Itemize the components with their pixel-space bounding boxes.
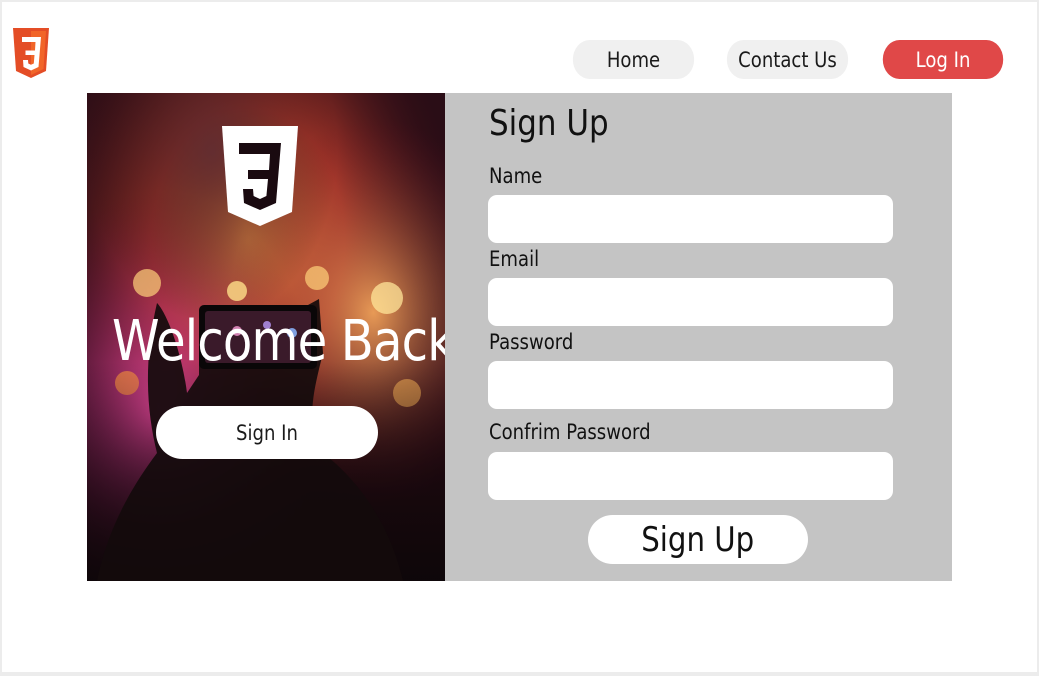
form-title: Sign Up bbox=[489, 103, 609, 144]
signup-card: Welcome Back Sign In Sign Up Name Email … bbox=[87, 93, 952, 581]
nav-login-button[interactable]: Log In bbox=[882, 40, 1004, 79]
confirm-password-field[interactable] bbox=[488, 452, 893, 500]
welcome-heading: Welcome Back bbox=[112, 309, 445, 374]
nav-contact-button[interactable]: Contact Us bbox=[726, 40, 849, 79]
page: Home Contact Us Log In Welcome Back Sign… bbox=[2, 2, 1037, 672]
css3-logo-icon bbox=[222, 126, 298, 226]
sign-in-button-label: Sign In bbox=[236, 420, 298, 445]
confirm-password-label: Confrim Password bbox=[489, 420, 651, 444]
nav-home-button[interactable]: Home bbox=[572, 40, 695, 79]
email-label: Email bbox=[489, 247, 540, 271]
name-label: Name bbox=[489, 164, 543, 188]
welcome-panel: Welcome Back Sign In bbox=[87, 93, 445, 581]
css3-logo-icon bbox=[13, 28, 49, 78]
email-field[interactable] bbox=[488, 278, 893, 326]
password-label: Password bbox=[489, 330, 574, 354]
sign-up-button[interactable]: Sign Up bbox=[588, 515, 808, 564]
sign-up-button-label: Sign Up bbox=[641, 519, 755, 560]
sign-in-button[interactable]: Sign In bbox=[156, 406, 378, 459]
password-field[interactable] bbox=[488, 361, 893, 409]
name-field[interactable] bbox=[488, 195, 893, 243]
